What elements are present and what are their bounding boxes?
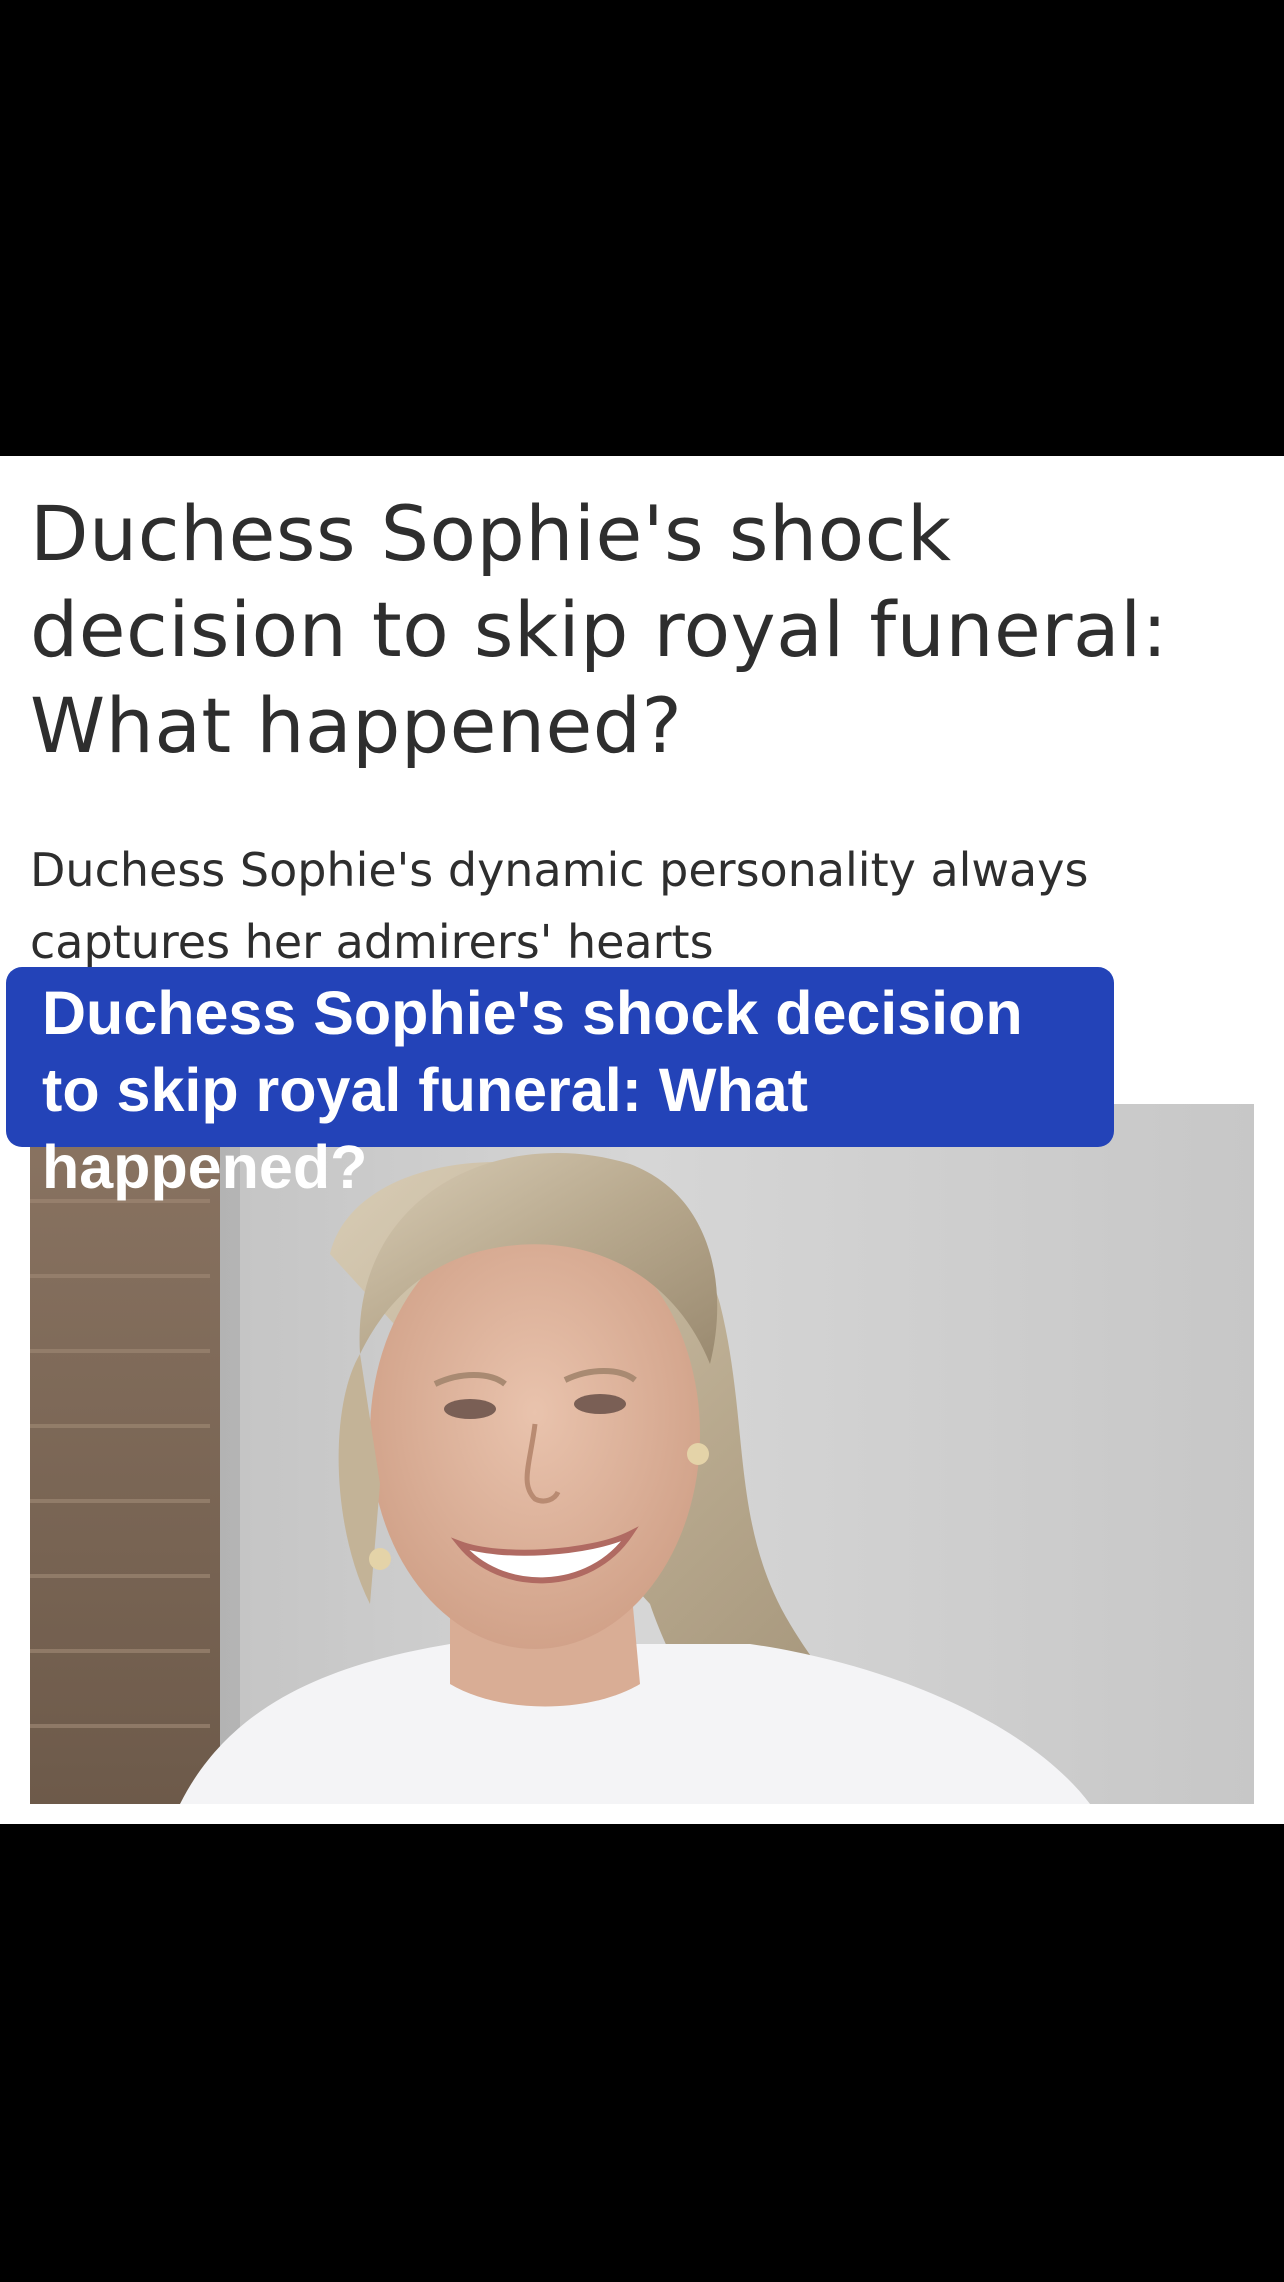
article-subtitle: Duchess Sophie's dynamic personality alw… [30,843,1089,969]
overlay-caption-text: Duchess Sophie's shock decision to skip … [42,979,1023,1201]
overlay-caption-banner: Duchess Sophie's shock decision to skip … [6,967,1114,1201]
article-headline[interactable]: Duchess Sophie's shock decision to skip … [30,486,1230,774]
portrait-image [30,1104,1254,1804]
app-screen: Duchess Sophie's shock decision to skip … [0,0,1284,2282]
article-photo[interactable] [30,1104,1254,1804]
